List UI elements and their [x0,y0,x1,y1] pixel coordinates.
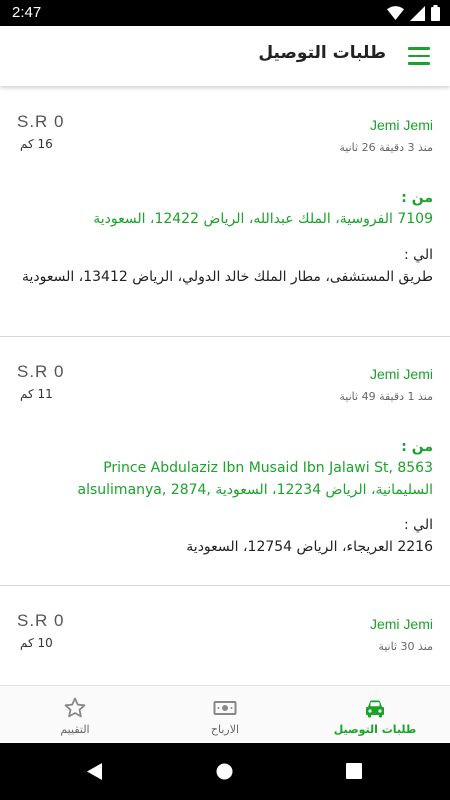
menu-button[interactable] [408,47,430,65]
signal-icon [410,5,425,21]
app-bar: طلبات التوصيل [0,26,450,86]
order-card[interactable]: S.R 0 11 كم Jemi Jemi منذ 1 دقيقة 49 ثان… [0,337,450,586]
order-card[interactable]: S.R 0 10 كم Jemi Jemi منذ 30 ثانية [0,586,450,685]
star-icon [64,697,86,718]
order-card[interactable]: S.R 0 16 كم Jemi Jemi منذ 3 دقيقة 26 ثان… [0,86,450,337]
customer-name: Jemi Jemi [369,616,433,632]
tab-label: طلبات التوصيل [333,723,417,736]
to-label: الي : [404,517,433,533]
tab-delivery-requests[interactable]: طلبات التوصيل [300,686,450,744]
from-address: 7109 الفروسية، الملك عبدالله، الرياض 124… [93,211,433,227]
menu-icon-bar [408,62,430,65]
to-label: الي : [404,247,433,263]
order-distance: 16 كم [20,137,53,151]
order-distance: 10 كم [20,636,53,650]
system-navigation-bar [0,743,450,800]
order-price: S.R 0 [17,112,65,131]
back-icon[interactable] [86,763,103,780]
from-address-line2: السليمانية، الرياض 12234، السعودية ,alsu… [77,482,433,498]
menu-icon [408,47,430,50]
customer-name: Jemi Jemi [369,366,433,382]
tab-rating[interactable]: التقييم [0,686,150,744]
money-icon [213,701,237,715]
menu-icon-bar [408,54,430,57]
status-icons [387,5,440,21]
wifi-icon [387,6,404,20]
page-title: طلبات التوصيل [258,43,386,63]
order-price: S.R 0 [17,611,65,630]
home-icon[interactable] [216,763,233,780]
from-label: من : [401,190,433,206]
order-elapsed: منذ 1 دقيقة 49 ثانية [339,390,433,403]
customer-name: Jemi Jemi [369,117,433,133]
from-label: من : [401,439,433,455]
order-elapsed: منذ 30 ثانية [378,640,433,653]
tab-earnings[interactable]: الارباح [150,686,300,744]
recents-icon[interactable] [346,763,362,779]
car-icon [366,700,384,718]
orders-list: S.R 0 16 كم Jemi Jemi منذ 3 دقيقة 26 ثان… [0,86,450,685]
status-bar: 2:47 [0,0,450,26]
order-elapsed: منذ 3 دقيقة 26 ثانية [339,141,433,154]
to-address: 2216 العريجاء، الرياض 12754، السعودية [186,539,433,555]
order-distance: 11 كم [20,387,53,401]
tab-label: الارباح [210,723,240,736]
from-address-line1: Prince Abdulaziz Ibn Musaid Ibn Jalawi S… [103,460,433,476]
battery-icon [431,5,440,21]
order-price: S.R 0 [17,362,65,381]
to-address: طريق المستشفى، مطار الملك خالد الدولي، ا… [21,269,433,285]
bottom-navigation: طلبات التوصيل الارباح التقييم [0,685,450,743]
status-time: 2:47 [12,4,42,21]
tab-label: التقييم [60,723,90,736]
